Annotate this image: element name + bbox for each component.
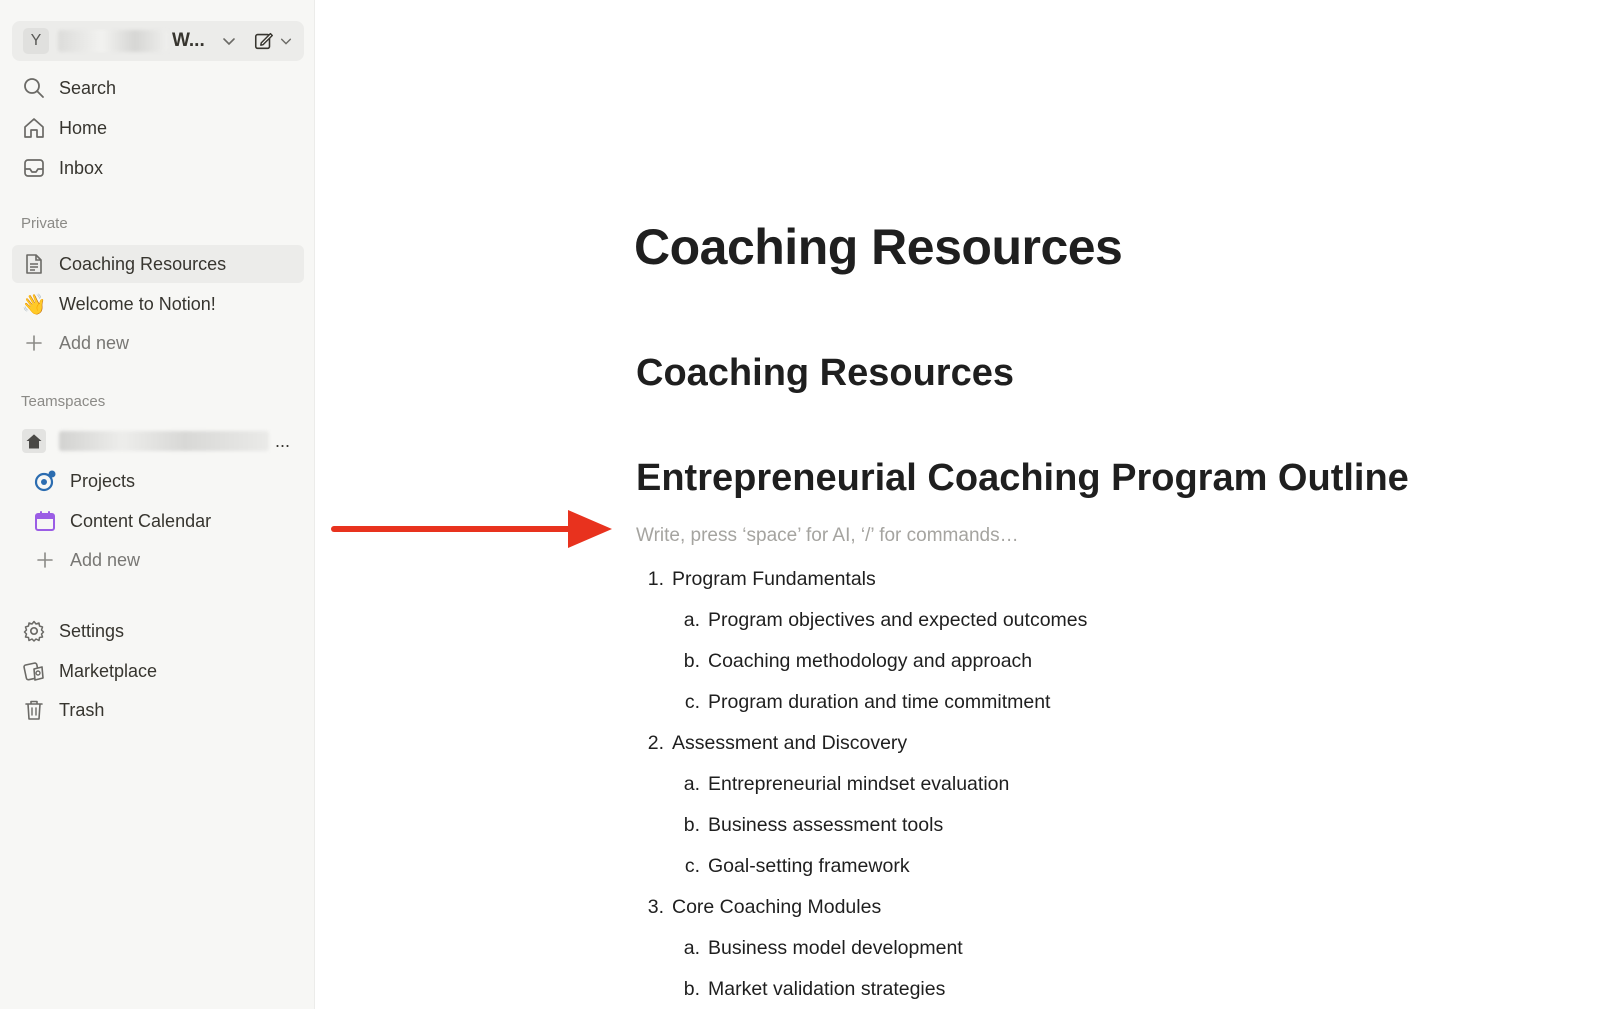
sidebar-item-search[interactable]: Search	[12, 69, 304, 107]
list-item[interactable]: a. Entrepreneurial mindset evaluation	[670, 773, 1010, 796]
waving-hand-icon: 👋	[21, 293, 47, 316]
list-text: Goal-setting framework	[708, 855, 910, 877]
sidebar-item-label: Welcome to Notion!	[59, 293, 216, 314]
sidebar-item-coaching-resources[interactable]: Coaching Resources	[12, 245, 304, 283]
sidebar-item-trash[interactable]: Trash	[12, 691, 304, 729]
sidebar: Y W... Search Home Inbox Private Coachin…	[0, 0, 315, 1009]
list-marker: 1.	[647, 568, 664, 590]
sidebar-item-settings[interactable]: Settings	[12, 612, 304, 650]
page-title[interactable]: Coaching Resources	[634, 218, 1123, 276]
sidebar-item-welcome[interactable]: 👋 Welcome to Notion!	[12, 285, 304, 323]
list-text: Program Fundamentals	[672, 568, 876, 590]
page-icon	[22, 252, 46, 276]
sidebar-item-label: Projects	[70, 470, 136, 491]
sidebar-item-inbox[interactable]: Inbox	[12, 149, 304, 187]
sidebar-item-teamspace[interactable]: ...	[12, 422, 304, 460]
sidebar-item-projects[interactable]: Projects	[12, 462, 304, 500]
trash-icon	[22, 698, 46, 722]
section-label-teamspaces: Teamspaces	[21, 393, 106, 410]
sidebar-item-label: Home	[59, 117, 108, 138]
section-label-private: Private	[21, 215, 68, 232]
workspace-switcher[interactable]: Y W...	[12, 21, 304, 61]
sidebar-item-label: Coaching Resources	[59, 253, 227, 274]
sidebar-item-add-new-team[interactable]: Add new	[12, 541, 304, 579]
plus-icon	[33, 548, 57, 572]
list-item[interactable]: b. Coaching methodology and approach	[670, 650, 1032, 673]
list-text: Coaching methodology and approach	[708, 650, 1033, 672]
list-item[interactable]: 2. Assessment and Discovery	[634, 732, 907, 755]
workspace-avatar: Y	[23, 28, 49, 54]
sidebar-item-label: Add new	[59, 332, 130, 353]
sidebar-item-label: Marketplace	[59, 660, 158, 681]
list-item[interactable]: b. Business assessment tools	[670, 814, 943, 837]
new-page-icon[interactable]	[253, 30, 275, 52]
list-item[interactable]: c. Program duration and time commitment	[670, 691, 1051, 714]
list-text: Assessment and Discovery	[672, 732, 908, 754]
list-item[interactable]: 1. Program Fundamentals	[634, 568, 876, 591]
annotation-arrow-icon	[331, 510, 612, 548]
list-text: Program objectives and expected outcomes	[708, 609, 1088, 631]
list-item[interactable]: c. Goal-setting framework	[670, 855, 910, 878]
list-item[interactable]: 3. Core Coaching Modules	[634, 896, 881, 919]
list-marker: a.	[683, 937, 700, 959]
list-text: Business assessment tools	[708, 814, 944, 836]
projects-icon	[33, 469, 57, 493]
list-text: Core Coaching Modules	[672, 896, 882, 918]
heading-coaching-resources[interactable]: Coaching Resources	[636, 352, 1014, 395]
sidebar-item-label: Search	[59, 77, 117, 98]
empty-block-placeholder[interactable]: Write, press ‘space’ for AI, ‘/’ for com…	[636, 525, 1019, 547]
heading-program-outline[interactable]: Entrepreneurial Coaching Program Outline	[636, 457, 1409, 500]
sidebar-item-label: Settings	[59, 620, 125, 641]
list-marker: c.	[684, 691, 700, 713]
sidebar-item-label: Add new	[70, 549, 141, 570]
search-icon	[22, 76, 46, 100]
list-item[interactable]: b. Market validation strategies	[670, 978, 946, 1001]
sidebar-item-label: Content Calendar	[70, 510, 212, 531]
list-text: Entrepreneurial mindset evaluation	[708, 773, 1010, 795]
sidebar-item-content-calendar[interactable]: Content Calendar	[12, 502, 304, 540]
list-marker: 3.	[647, 896, 664, 918]
chevron-down-icon[interactable]	[279, 34, 293, 48]
house-icon	[22, 429, 46, 453]
chevron-down-icon[interactable]	[221, 33, 237, 49]
inbox-icon	[22, 156, 46, 180]
marketplace-icon	[22, 659, 46, 683]
list-marker: c.	[684, 855, 700, 877]
workspace-name: W...	[172, 30, 205, 51]
sidebar-item-label: Trash	[59, 699, 105, 720]
list-text: Business model development	[708, 937, 963, 959]
workspace-name-redacted	[58, 30, 168, 52]
list-marker: a.	[683, 609, 700, 631]
home-icon	[22, 116, 46, 140]
teamspace-ellipsis: ...	[275, 430, 291, 451]
sidebar-item-marketplace[interactable]: Marketplace	[12, 652, 304, 690]
list-text: Market validation strategies	[708, 978, 946, 1000]
teamspace-name-redacted	[59, 431, 269, 451]
list-marker: b.	[683, 650, 700, 672]
list-item[interactable]: a. Business model development	[670, 937, 963, 960]
list-marker: a.	[683, 773, 700, 795]
calendar-icon	[33, 509, 57, 533]
sidebar-item-home[interactable]: Home	[12, 109, 304, 147]
list-item[interactable]: a. Program objectives and expected outcom…	[670, 609, 1088, 632]
gear-icon	[22, 619, 46, 643]
list-text: Program duration and time commitment	[708, 691, 1051, 713]
list-marker: b.	[683, 814, 700, 836]
list-marker: 2.	[647, 732, 664, 754]
sidebar-item-label: Inbox	[59, 157, 104, 178]
plus-icon	[22, 331, 46, 355]
list-marker: b.	[683, 978, 700, 1000]
sidebar-item-add-new-private[interactable]: Add new	[12, 324, 304, 362]
